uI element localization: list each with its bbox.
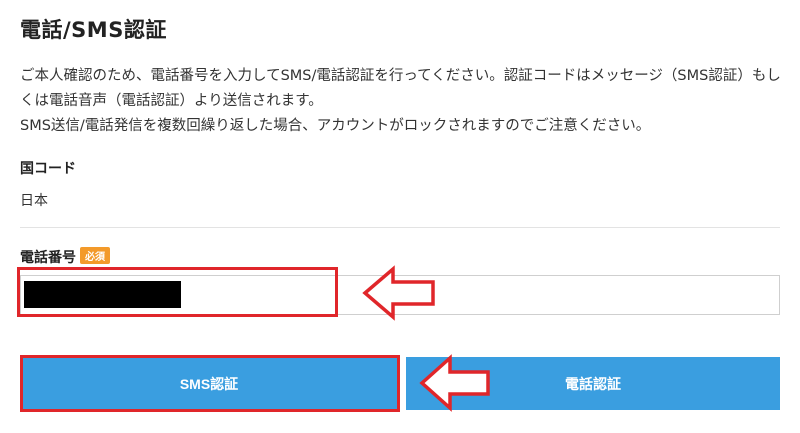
required-badge: 必須 <box>80 247 110 264</box>
page-title: 電話/SMS認証 <box>20 18 167 42</box>
description-paragraph: SMS送信/電話発信を複数回繰り返した場合、アカウントがロックされますのでご注意… <box>20 118 651 134</box>
left-arrow-icon <box>362 265 435 321</box>
input-highlight-box <box>17 267 338 317</box>
section-divider <box>20 227 780 228</box>
button-highlight-box <box>20 355 400 412</box>
description-paragraph: ご本人確認のため、電話番号を入力してSMS/電話認証を行ってください。認証コード… <box>20 68 781 109</box>
left-arrow-icon <box>419 354 490 412</box>
phone-number-label-text: 電話番号 <box>20 250 76 266</box>
phone-number-label: 電話番号 必須 <box>20 247 110 267</box>
country-code-value: 日本 <box>20 193 48 209</box>
country-code-label: 国コード <box>20 161 76 177</box>
description: ご本人確認のため、電話番号を入力してSMS/電話認証を行ってください。認証コード… <box>20 64 790 139</box>
